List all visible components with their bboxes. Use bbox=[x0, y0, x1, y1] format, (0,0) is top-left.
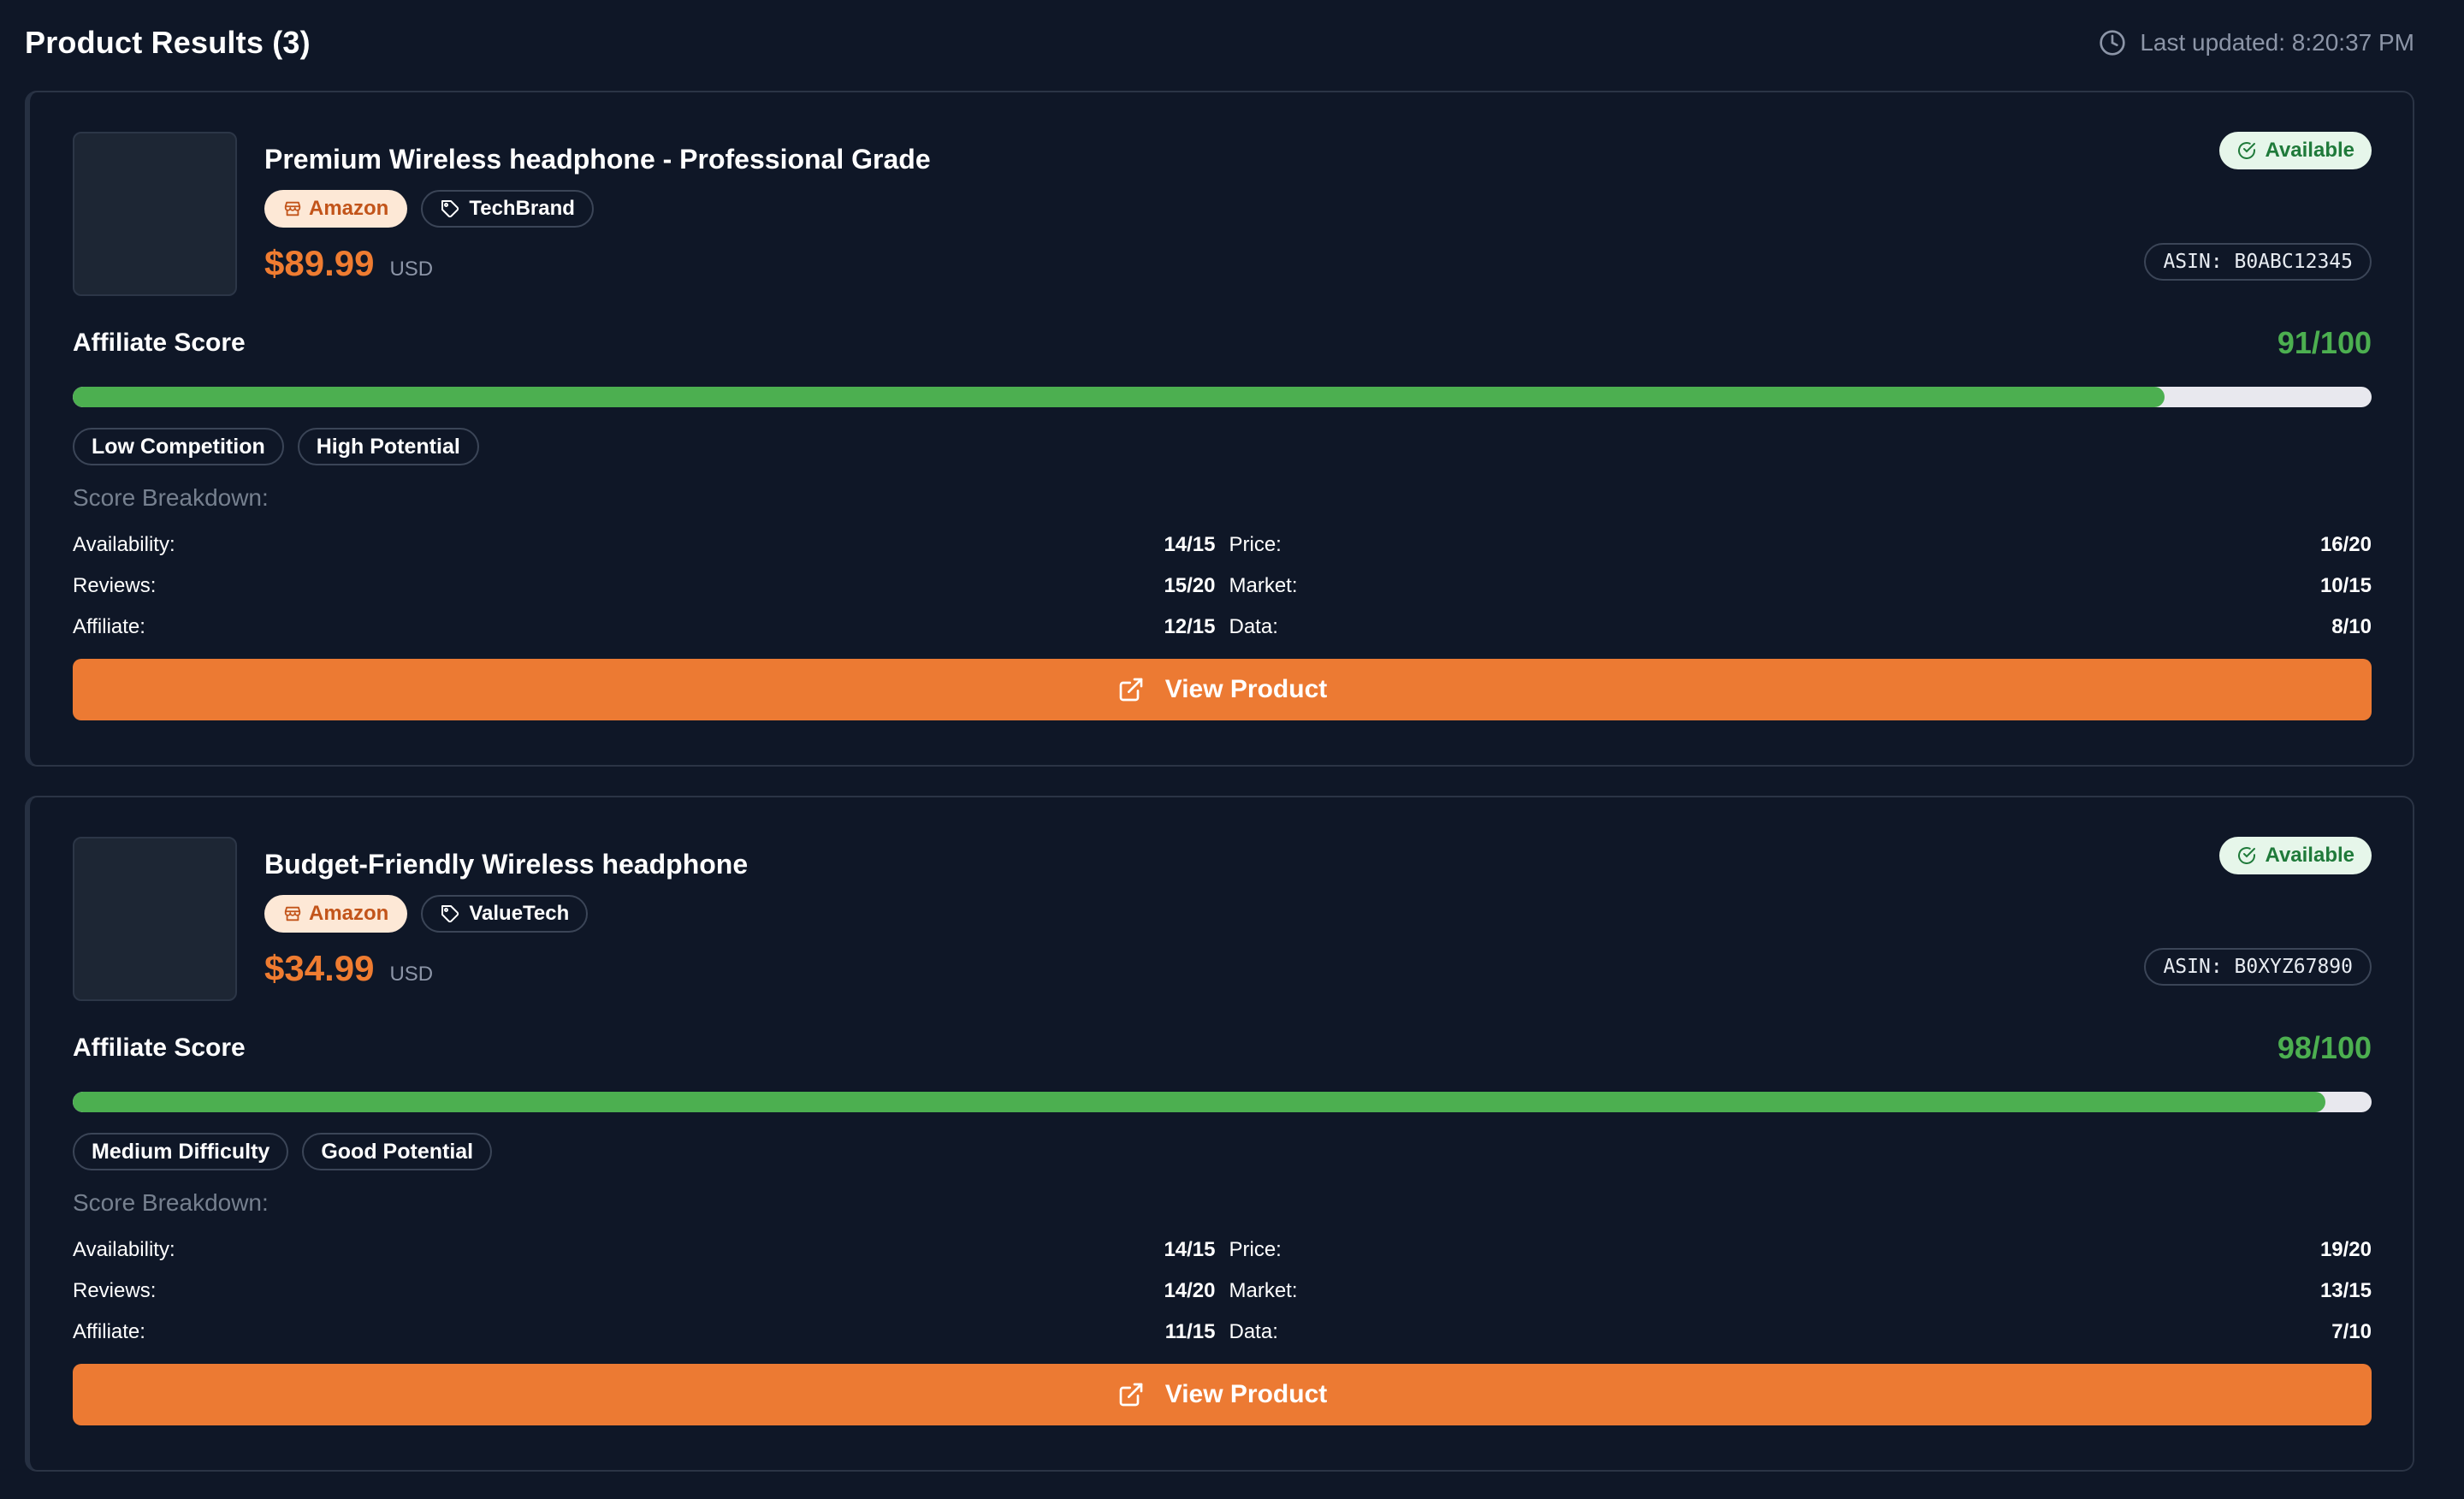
breakdown-row-availability: Availability: 14/15 bbox=[73, 530, 1216, 560]
breakdown-label: Reviews: bbox=[73, 1279, 157, 1302]
clock-icon bbox=[2100, 30, 2125, 56]
breakdown-value: 11/15 bbox=[1164, 1320, 1216, 1343]
affiliate-score-bar-fill bbox=[73, 387, 2165, 407]
brand-badge: ValueTech bbox=[421, 895, 589, 933]
store-badge: Amazon bbox=[264, 190, 408, 228]
view-product-button[interactable]: View Product bbox=[73, 659, 2372, 720]
breakdown-label: Data: bbox=[1229, 1320, 1278, 1343]
store-name: Amazon bbox=[309, 902, 389, 925]
breakdown-row-affiliate: Affiliate: 11/15 bbox=[73, 1318, 1216, 1347]
page-title: Product Results (3) bbox=[25, 25, 311, 60]
product-card: Premium Wireless headphone - Professiona… bbox=[25, 91, 2414, 767]
breakdown-value: 19/20 bbox=[2319, 1238, 2372, 1261]
view-product-button[interactable]: View Product bbox=[73, 1364, 2372, 1425]
results-header: Product Results (3) Last updated: 8:20:3… bbox=[25, 0, 2414, 82]
last-updated: Last updated: 8:20:37 PM bbox=[2099, 29, 2414, 56]
breakdown-row-availability: Availability: 14/15 bbox=[73, 1235, 1216, 1265]
brand-badge: TechBrand bbox=[421, 190, 594, 228]
product-title: Premium Wireless headphone - Professiona… bbox=[264, 144, 931, 175]
breakdown-row-price: Price: 19/20 bbox=[1229, 1235, 2372, 1265]
store-icon bbox=[284, 906, 301, 921]
breakdown-row-reviews: Reviews: 15/20 bbox=[73, 572, 1216, 601]
availability-badge: Available bbox=[2218, 837, 2372, 874]
affiliate-score-bar bbox=[73, 1092, 2372, 1112]
product-image-placeholder bbox=[73, 132, 237, 296]
breakdown-row-affiliate: Affiliate: 12/15 bbox=[73, 613, 1216, 642]
availability-text: Available bbox=[2265, 844, 2355, 867]
check-circle-icon bbox=[2237, 142, 2255, 159]
score-breakdown-title: Score Breakdown: bbox=[73, 1189, 269, 1216]
affiliate-score-bar-fill bbox=[73, 1092, 2326, 1112]
breakdown-value: 10/15 bbox=[2319, 574, 2372, 597]
product-price: $89.99 bbox=[264, 243, 375, 283]
availability-badge: Available bbox=[2218, 132, 2372, 169]
breakdown-label: Availability: bbox=[73, 533, 175, 556]
product-price: $34.99 bbox=[264, 948, 375, 988]
product-card-list: Premium Wireless headphone - Professiona… bbox=[25, 91, 2414, 1472]
affiliate-score-bar bbox=[73, 387, 2372, 407]
external-link-icon bbox=[1119, 678, 1143, 702]
breakdown-label: Data: bbox=[1229, 615, 1278, 638]
breakdown-value: 15/20 bbox=[1164, 574, 1216, 597]
availability-text: Available bbox=[2265, 139, 2355, 162]
asin-badge: ASIN: B0ABC12345 bbox=[2144, 243, 2372, 281]
breakdown-label: Market: bbox=[1229, 574, 1298, 597]
product-title: Budget-Friendly Wireless headphone bbox=[264, 849, 749, 880]
breakdown-row-market: Market: 13/15 bbox=[1229, 1277, 2372, 1306]
breakdown-row-price: Price: 16/20 bbox=[1229, 530, 2372, 560]
affiliate-score-value: 91/100 bbox=[2277, 325, 2372, 360]
affiliate-score-value: 98/100 bbox=[2277, 1030, 2372, 1065]
product-image-placeholder bbox=[73, 837, 237, 1001]
score-breakdown-title: Score Breakdown: bbox=[73, 484, 269, 511]
breakdown-value: 13/15 bbox=[2319, 1279, 2372, 1302]
store-icon bbox=[284, 201, 301, 216]
product-card: Budget-Friendly Wireless headphone Amazo… bbox=[25, 796, 2414, 1472]
external-link-icon bbox=[1119, 1383, 1143, 1407]
breakdown-label: Price: bbox=[1229, 533, 1282, 556]
breakdown-value: 14/20 bbox=[1164, 1279, 1216, 1302]
affiliate-score-label: Affiliate Score bbox=[73, 1034, 246, 1062]
potential-tag: High Potential bbox=[297, 428, 479, 465]
breakdown-value: 16/20 bbox=[2319, 533, 2372, 556]
asin-badge: ASIN: B0XYZ67890 bbox=[2144, 948, 2372, 986]
price-currency: USD bbox=[389, 963, 434, 986]
score-breakdown: Availability: 14/15 Price: 19/20 Reviews: 1… bbox=[73, 1235, 2372, 1347]
potential-tag: Good Potential bbox=[302, 1133, 493, 1170]
store-badge: Amazon bbox=[264, 895, 408, 933]
brand-name: TechBrand bbox=[469, 197, 575, 220]
breakdown-label: Affiliate: bbox=[73, 615, 145, 638]
breakdown-label: Reviews: bbox=[73, 574, 157, 597]
breakdown-row-data: Data: 8/10 bbox=[1229, 613, 2372, 642]
breakdown-row-reviews: Reviews: 14/20 bbox=[73, 1277, 1216, 1306]
breakdown-label: Price: bbox=[1229, 1238, 1282, 1261]
difficulty-tag: Medium Difficulty bbox=[73, 1133, 289, 1170]
price-currency: USD bbox=[389, 258, 434, 281]
score-breakdown: Availability: 14/15 Price: 16/20 Reviews: 1… bbox=[73, 530, 2372, 642]
breakdown-label: Affiliate: bbox=[73, 1320, 145, 1343]
view-product-label: View Product bbox=[1164, 1380, 1328, 1408]
competition-tag: Low Competition bbox=[73, 428, 284, 465]
brand-name: ValueTech bbox=[469, 902, 570, 925]
breakdown-value: 8/10 bbox=[2331, 615, 2372, 638]
breakdown-value: 14/15 bbox=[1164, 533, 1216, 556]
check-circle-icon bbox=[2237, 847, 2255, 864]
breakdown-row-market: Market: 10/15 bbox=[1229, 572, 2372, 601]
breakdown-value: 12/15 bbox=[1164, 615, 1216, 638]
store-name: Amazon bbox=[309, 197, 389, 220]
product-results-page: Product Results (3) Last updated: 8:20:3… bbox=[0, 0, 2464, 1499]
tag-icon bbox=[441, 905, 459, 923]
breakdown-row-data: Data: 7/10 bbox=[1229, 1318, 2372, 1347]
last-updated-text: Last updated: 8:20:37 PM bbox=[2140, 29, 2414, 56]
breakdown-value: 7/10 bbox=[2331, 1320, 2372, 1343]
affiliate-score-label: Affiliate Score bbox=[73, 329, 246, 357]
breakdown-value: 14/15 bbox=[1164, 1238, 1216, 1261]
tag-icon bbox=[441, 200, 459, 218]
breakdown-label: Availability: bbox=[73, 1238, 175, 1261]
breakdown-label: Market: bbox=[1229, 1279, 1298, 1302]
view-product-label: View Product bbox=[1164, 675, 1328, 703]
